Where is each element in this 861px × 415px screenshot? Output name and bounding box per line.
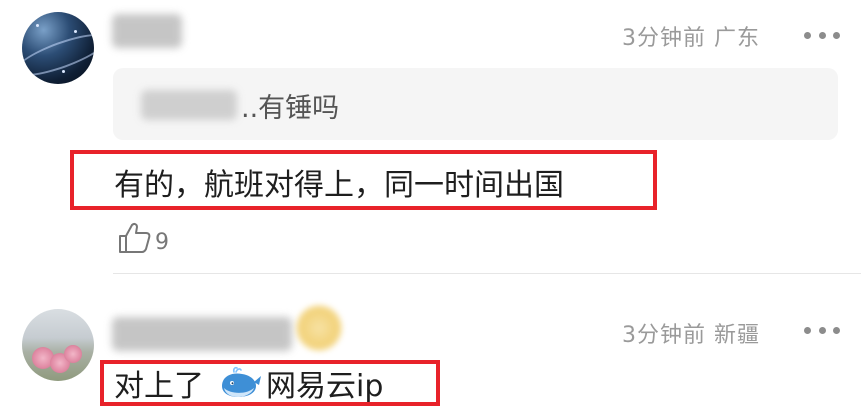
comment-time: 3分钟前 <box>622 323 706 348</box>
red-highlight-box <box>100 360 440 406</box>
comment-location: 新疆 <box>714 323 761 348</box>
thumbs-up-icon <box>119 222 151 253</box>
comment-meta: 3分钟前 新疆 <box>622 317 760 349</box>
username-blurred[interactable] <box>112 317 292 351</box>
quoted-text: ..有锤吗 <box>241 93 340 124</box>
more-options-icon[interactable] <box>804 325 840 335</box>
like-count: 9 <box>155 230 169 255</box>
avatar[interactable] <box>22 12 94 84</box>
comment-item: 3分钟前 新疆 对上了 网易云ip <box>0 275 861 415</box>
avatar[interactable] <box>22 309 94 381</box>
username-blurred[interactable] <box>112 14 182 48</box>
red-highlight-box <box>70 150 657 210</box>
comment-item: 3分钟前 广东 ..有锤吗 有的，航班对得上，同一时间出国 9 <box>0 0 861 275</box>
planet-ring-decoration <box>22 25 94 84</box>
like-button[interactable]: 9 <box>118 222 169 254</box>
star-decoration <box>36 24 39 27</box>
flower-decoration <box>64 345 82 363</box>
star-decoration <box>74 30 77 33</box>
divider <box>113 273 861 274</box>
comment-time: 3分钟前 <box>622 26 706 51</box>
comment-meta: 3分钟前 广东 <box>622 20 760 52</box>
star-decoration <box>62 70 65 73</box>
quoted-reply[interactable]: ..有锤吗 <box>113 68 838 140</box>
more-options-icon[interactable] <box>804 30 840 40</box>
comment-location: 广东 <box>714 26 761 51</box>
user-badge-icon <box>296 305 342 351</box>
quoted-username-blurred <box>141 90 237 120</box>
